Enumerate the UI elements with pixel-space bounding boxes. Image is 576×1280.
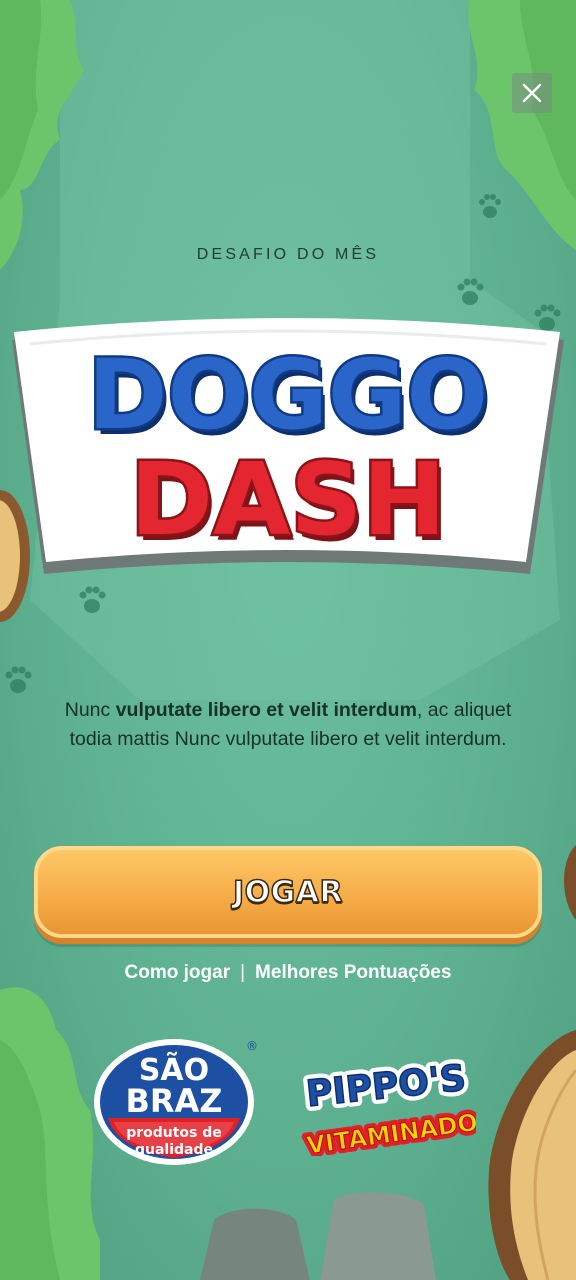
forest-background	[0, 0, 576, 1280]
links-separator: |	[240, 962, 246, 983]
challenge-subtitle: DESAFIO DO MÊS	[196, 246, 380, 263]
logo-line1: DOGGO	[88, 339, 489, 451]
registered-mark: ®	[246, 1039, 258, 1053]
sao-braz-line2: BRAZ	[126, 1082, 223, 1120]
game-logo: DOGGO DOGGO DASH DASH	[12, 318, 564, 574]
pippos-line1: PIPPO'S	[304, 1058, 468, 1116]
logo-line2: DASH	[130, 441, 446, 558]
how-to-play-link[interactable]: Como jogar	[125, 962, 231, 983]
game-start-screen: DESAFIO DO MÊS DOGGO DOGGO DASH DASH Nun…	[0, 0, 576, 1280]
play-button-label: JOGAR	[232, 874, 344, 911]
description-text-bold: vulputate libero et velit interdum	[115, 699, 417, 721]
description-text-start: Nunc	[64, 699, 116, 721]
play-button[interactable]: JOGAR	[34, 846, 542, 938]
high-scores-link[interactable]: Melhores Pontuações	[255, 962, 451, 983]
close-icon	[522, 83, 542, 103]
close-button[interactable]	[512, 73, 552, 113]
game-description: Nunc vulputate libero et velit interdum,…	[62, 696, 514, 753]
sao-braz-tag2: qualidade	[135, 1142, 213, 1158]
pippos-logo: PIPPO'S PIPPO'S VITAMINADO VITAMINADO	[300, 1053, 476, 1156]
sao-braz-logo: SÃO BRAZ produtos de qualidade ®	[94, 1039, 258, 1165]
sao-braz-tag1: produtos de	[126, 1125, 222, 1141]
pippos-line2: VITAMINADO	[305, 1108, 476, 1156]
secondary-links: Como jogar | Melhores Pontuações	[0, 962, 576, 984]
